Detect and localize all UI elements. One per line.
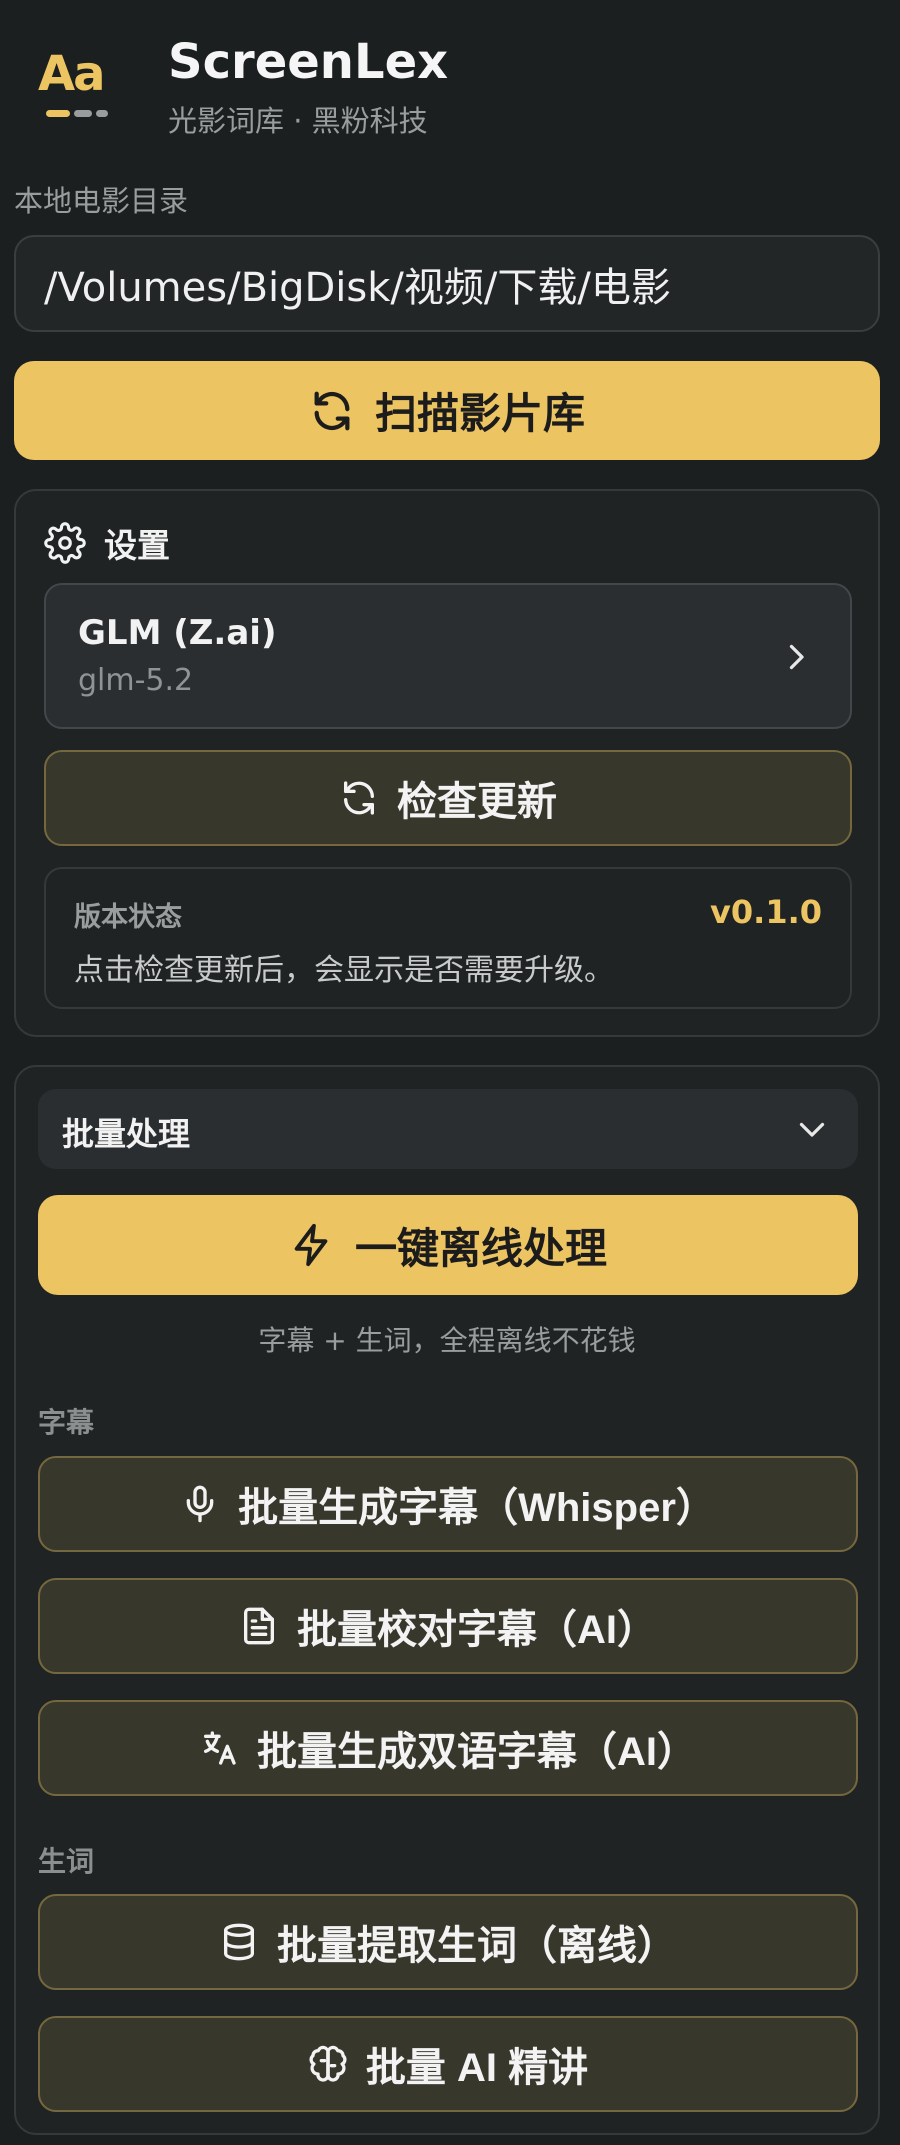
chevron-right-icon [789, 644, 804, 670]
directory-label: 本地电影目录 [14, 184, 189, 218]
batch-ai-explain-button[interactable]: 批量 AI 精讲 [38, 2016, 858, 2112]
subtitle-section-label: 字幕 [38, 1406, 95, 1439]
vocab-section-label: 生词 [38, 1845, 95, 1878]
microphone-icon [186, 1485, 214, 1523]
settings-title: 设置 [104, 526, 170, 565]
refresh-icon [314, 391, 350, 430]
scan-library-label: 扫描影片库 [374, 390, 585, 437]
lightning-icon [294, 1223, 328, 1267]
refresh-icon [344, 781, 374, 815]
logo-bar-end [96, 110, 108, 117]
app-logo: Aa [36, 50, 114, 124]
batch-card: 批量处理 一键离线处理 字幕 + 生词，全程离线不花钱 字幕 批量生成字幕（Wh… [14, 1065, 880, 2135]
check-update-button[interactable]: 检查更新 [44, 750, 852, 846]
batch-bilingual-subtitles-button[interactable]: 批量生成双语字幕（AI） [38, 1700, 858, 1796]
settings-header: 设置 [44, 519, 170, 567]
app-subtitle: 光影词库 · 黑粉科技 [168, 104, 428, 138]
version-number: v0.1.0 [710, 893, 822, 931]
version-status-box: 版本状态 v0.1.0 点击检查更新后，会显示是否需要升级。 [44, 867, 852, 1009]
gear-icon [44, 522, 86, 564]
batch-bilingual-subtitles-label: 批量生成双语字幕（AI） [257, 1730, 697, 1774]
database-icon [224, 1923, 254, 1961]
batch-extract-vocab-label: 批量提取生词（离线） [277, 1924, 677, 1968]
provider-selector[interactable]: GLM (Z.ai) glm-5.2 [44, 583, 852, 729]
settings-card: 设置 GLM (Z.ai) glm-5.2 检查更新 版本状态 v0.1.0 点… [14, 489, 880, 1037]
check-update-label: 检查更新 [397, 780, 557, 824]
logo-bar-mid [74, 110, 92, 117]
batch-header[interactable]: 批量处理 [38, 1089, 858, 1169]
app-header: Aa ScreenLex 光影词库 · 黑粉科技 [0, 0, 900, 170]
brain-icon [309, 2045, 347, 2082]
scan-library-button[interactable]: 扫描影片库 [14, 361, 880, 460]
chevron-down-icon [799, 1122, 825, 1137]
document-icon [244, 1607, 274, 1645]
batch-generate-subtitles-button[interactable]: 批量生成字幕（Whisper） [38, 1456, 858, 1552]
batch-proofread-subtitles-button[interactable]: 批量校对字幕（AI） [38, 1578, 858, 1674]
batch-ai-explain-label: 批量 AI 精讲 [365, 2046, 589, 2090]
batch-generate-subtitles-label: 批量生成字幕（Whisper） [238, 1486, 716, 1530]
offline-hint: 字幕 + 生词，全程离线不花钱 [258, 1324, 636, 1357]
provider-model: glm-5.2 [78, 663, 194, 698]
batch-extract-vocab-button[interactable]: 批量提取生词（离线） [38, 1894, 858, 1990]
offline-process-label: 一键离线处理 [354, 1224, 607, 1272]
batch-title: 批量处理 [62, 1115, 191, 1153]
translate-icon [204, 1731, 236, 1765]
offline-process-button[interactable]: 一键离线处理 [38, 1195, 858, 1295]
provider-name: GLM (Z.ai) [78, 613, 277, 653]
batch-proofread-subtitles-label: 批量校对字幕（AI） [297, 1608, 657, 1652]
app-title: ScreenLex [168, 34, 449, 90]
logo-text: Aa [38, 46, 106, 102]
version-label: 版本状态 [74, 902, 182, 933]
logo-bar-accent [46, 110, 70, 117]
directory-input[interactable] [14, 235, 880, 332]
version-description: 点击检查更新后，会显示是否需要升级。 [74, 953, 614, 988]
